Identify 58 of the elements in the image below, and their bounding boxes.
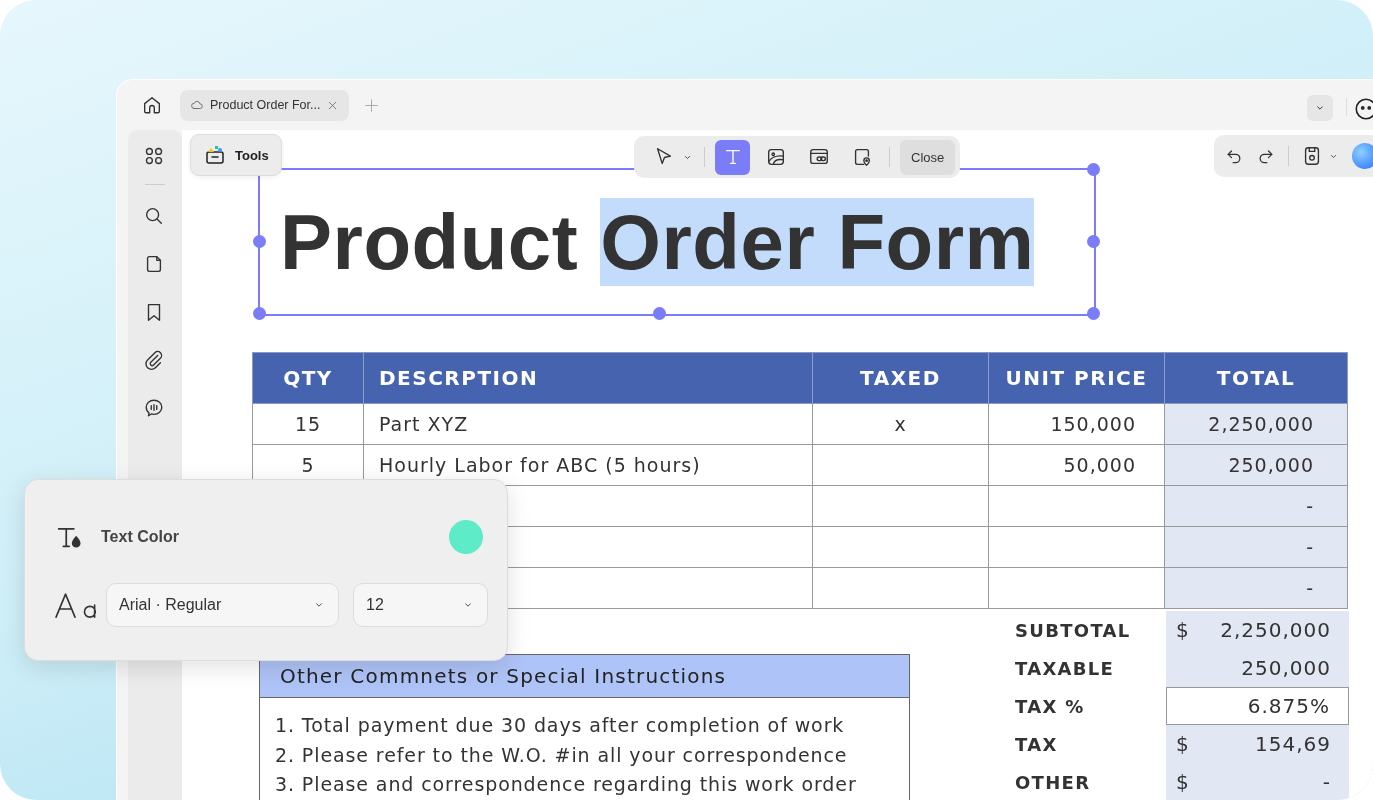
table-cell: 50,000 — [988, 444, 1165, 486]
resize-handle[interactable] — [1086, 162, 1100, 176]
currency-sign: $ — [1176, 732, 1190, 756]
search-icon — [143, 205, 165, 227]
currency-sign: $ — [1176, 770, 1190, 794]
grid-icon — [143, 145, 165, 167]
amount: 6.875% — [1247, 694, 1330, 718]
amount: - — [1322, 770, 1331, 794]
font-dropdown[interactable]: Arial · Regular — [106, 583, 339, 627]
toolbox-icon — [203, 143, 227, 167]
resize-handle[interactable] — [1086, 234, 1100, 248]
table-cell: 2,250,000 — [1164, 403, 1348, 445]
total-label: TAX — [1014, 732, 1059, 757]
total-label: TAXABLE — [1014, 656, 1116, 681]
resize-handle[interactable] — [652, 306, 666, 320]
total-label: OTHER — [1014, 770, 1092, 795]
cloud-icon — [190, 98, 204, 112]
column-header: QTY — [252, 352, 364, 404]
amount: 154,69 — [1255, 732, 1331, 756]
table-cell: 15 — [252, 403, 364, 445]
instruction-line: 1. Total payment due 30 days after completion of work — [274, 713, 846, 738]
instruction-line: 2. Please refer to the W.O. #in all your correspondence — [274, 742, 849, 768]
size-dropdown[interactable]: 12 — [353, 583, 488, 627]
column-header: UNIT PRICE — [988, 352, 1165, 404]
table-cell: - — [1164, 526, 1348, 568]
document-tab[interactable]: Product Order For... — [180, 89, 350, 121]
account-icon[interactable] — [1353, 96, 1373, 122]
color-swatch[interactable] — [449, 520, 483, 554]
plus-icon — [363, 96, 381, 114]
column-header: DESCRPTION — [363, 352, 813, 404]
comments-heading: Other Commnets or Special Instructions — [260, 655, 909, 698]
assistant-icon[interactable] — [1352, 143, 1373, 169]
column-header: TAXED — [812, 352, 989, 404]
table-cell: x — [812, 403, 989, 445]
close-button[interactable]: Close — [900, 139, 956, 175]
currency-sign: $ — [1176, 618, 1190, 642]
text-tool-button[interactable] — [715, 139, 750, 175]
paperclip-icon — [143, 349, 165, 371]
resize-handle[interactable] — [252, 306, 266, 320]
table-cell: - — [1164, 567, 1348, 609]
resize-handle[interactable] — [252, 234, 266, 248]
comment-icon — [143, 397, 165, 419]
amount: 2,250,000 — [1220, 618, 1331, 642]
table-cell: Part XYZ — [363, 403, 813, 445]
instruction-line: 3. Please and correspondence regarding this work order — [274, 772, 858, 797]
table-cell: - — [1164, 485, 1348, 527]
column-header: TOTAL — [1164, 352, 1348, 404]
table-cell: 150,000 — [988, 403, 1165, 445]
input-field[interactable]: 6.875% — [1166, 687, 1349, 725]
table-cell: 250,000 — [1164, 444, 1348, 486]
text-color-label: Text Color — [101, 528, 179, 546]
home-button[interactable] — [141, 94, 163, 116]
home-icon — [141, 94, 163, 116]
tools-button[interactable]: Tools — [190, 134, 282, 176]
total-label: TAX % — [1014, 694, 1086, 719]
resize-handle[interactable] — [1086, 306, 1100, 320]
amount: 250,000 — [1241, 656, 1331, 680]
total-label: SUBTOTAL — [1014, 618, 1132, 643]
